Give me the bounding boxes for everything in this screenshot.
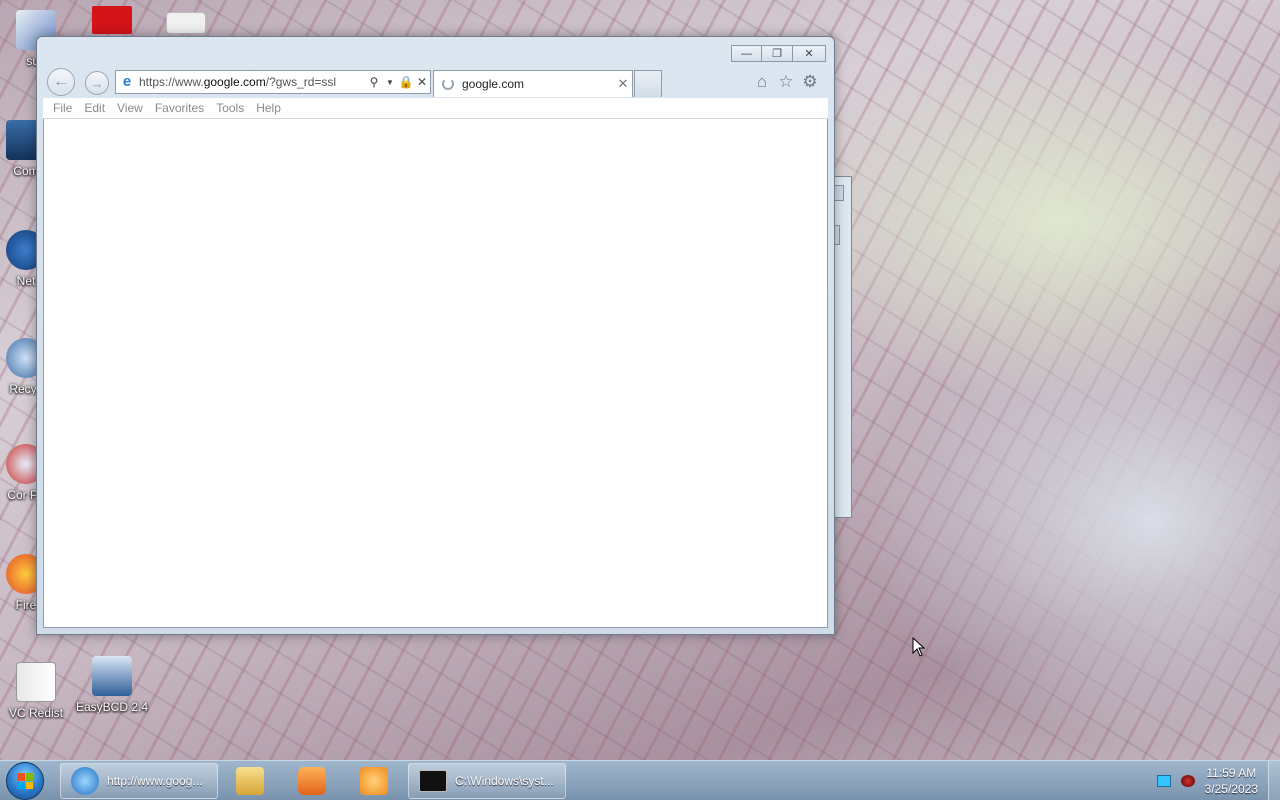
gear-icon[interactable]: ⚙ — [798, 71, 822, 93]
folder-icon — [236, 767, 264, 795]
taskbar-uc-browser-button[interactable] — [346, 763, 402, 799]
blank-file-icon — [166, 12, 206, 34]
menu-favorites[interactable]: Favorites — [149, 101, 210, 115]
desktop-icon-blank-file[interactable] — [148, 12, 224, 38]
close-window-button[interactable]: ✕ — [793, 45, 826, 62]
menu-help[interactable]: Help — [250, 101, 287, 115]
address-path: /?gws_rd=ssl — [265, 75, 337, 89]
close-icon: ✕ — [804, 48, 814, 60]
navigation-bar: ← → e https://www.google.com/?gws_rd=ssl… — [45, 67, 826, 97]
taskbar-cmd-label: C:\Windows\syst... — [455, 774, 554, 788]
command-prompt-icon — [419, 770, 447, 792]
address-prefix: https://www. — [139, 75, 204, 89]
new-tab-button[interactable] — [634, 70, 662, 97]
tab-title: google.com — [462, 77, 525, 91]
address-host: google.com — [203, 75, 266, 89]
menu-tools[interactable]: Tools — [210, 101, 250, 115]
start-button[interactable] — [6, 762, 44, 800]
taskbar-ie-label: http://www.goog... — [107, 774, 203, 788]
taskbar: http://www.goog... C:\Windows\syst... 11… — [0, 760, 1280, 800]
window-caption-buttons: — ❐ ✕ — [731, 45, 826, 62]
taskbar-media-player-button[interactable] — [284, 763, 340, 799]
stop-icon[interactable]: ✕ — [414, 75, 430, 89]
address-text[interactable]: https://www.google.com/?gws_rd=ssl — [139, 75, 366, 89]
search-icon[interactable]: ⚲ — [366, 75, 382, 89]
forward-arrow-icon: → — [90, 75, 104, 91]
windows-logo-icon — [17, 773, 33, 789]
vc-redist-icon — [16, 662, 56, 702]
system-tray: 11:59 AM 3/25/2023 — [1156, 761, 1280, 800]
desktop-icon-adobe-reader[interactable] — [74, 6, 150, 38]
loading-spinner-icon — [442, 78, 454, 90]
restore-icon: ❐ — [772, 48, 782, 60]
network-status-icon[interactable] — [1180, 775, 1195, 787]
show-desktop-button[interactable] — [1268, 761, 1280, 800]
forward-button[interactable]: → — [85, 71, 109, 95]
menu-edit[interactable]: Edit — [78, 101, 111, 115]
minimize-button[interactable]: — — [731, 45, 762, 62]
clock-time: 11:59 AM — [1206, 766, 1257, 780]
browser-tab[interactable]: google.com ✕ — [433, 70, 633, 97]
easybcd-icon — [92, 656, 132, 696]
browser-window[interactable]: — ❐ ✕ ← → e https://www.google.com/?gws_… — [36, 36, 835, 635]
mouse-cursor-icon — [912, 637, 926, 657]
internet-explorer-icon — [71, 767, 99, 795]
clock-date: 3/25/2023 — [1204, 782, 1258, 796]
tab-close-icon[interactable]: ✕ — [614, 76, 632, 92]
menu-bar: File Edit View Favorites Tools Help — [43, 98, 828, 119]
dropdown-arrow-icon[interactable]: ▼ — [382, 78, 398, 87]
favorites-star-icon[interactable]: ☆ — [774, 71, 798, 93]
desktop-icon-easybcd[interactable]: EasyBCD 2.4 — [74, 656, 150, 714]
back-button[interactable]: ← — [47, 68, 75, 96]
taskbar-cmd-button[interactable]: C:\Windows\syst... — [408, 763, 566, 799]
menu-view[interactable]: View — [111, 101, 149, 115]
browser-toolbar-right: ⌂ ☆ ⚙ — [750, 71, 822, 93]
minimize-icon: — — [741, 47, 752, 60]
clock[interactable]: 11:59 AM 3/25/2023 — [1205, 765, 1258, 797]
home-icon[interactable]: ⌂ — [750, 71, 774, 93]
menu-file[interactable]: File — [47, 101, 78, 115]
uc-browser-icon — [360, 767, 388, 795]
taskbar-ie-button[interactable]: http://www.goog... — [60, 763, 218, 799]
address-bar[interactable]: e https://www.google.com/?gws_rd=ssl ⚲ ▼… — [115, 70, 431, 94]
desktop-icon-vc-redist[interactable]: VC Redist — [0, 662, 74, 720]
media-player-icon — [298, 767, 326, 795]
page-content-area[interactable] — [43, 119, 828, 628]
lock-icon[interactable]: 🔒 — [398, 75, 414, 89]
ie-page-icon: e — [122, 73, 132, 90]
back-arrow-icon: ← — [53, 73, 69, 90]
maximize-button[interactable]: ❐ — [762, 45, 793, 62]
taskbar-explorer-button[interactable] — [222, 763, 278, 799]
display-icon[interactable] — [1156, 775, 1171, 787]
adobe-reader-icon — [92, 6, 132, 34]
